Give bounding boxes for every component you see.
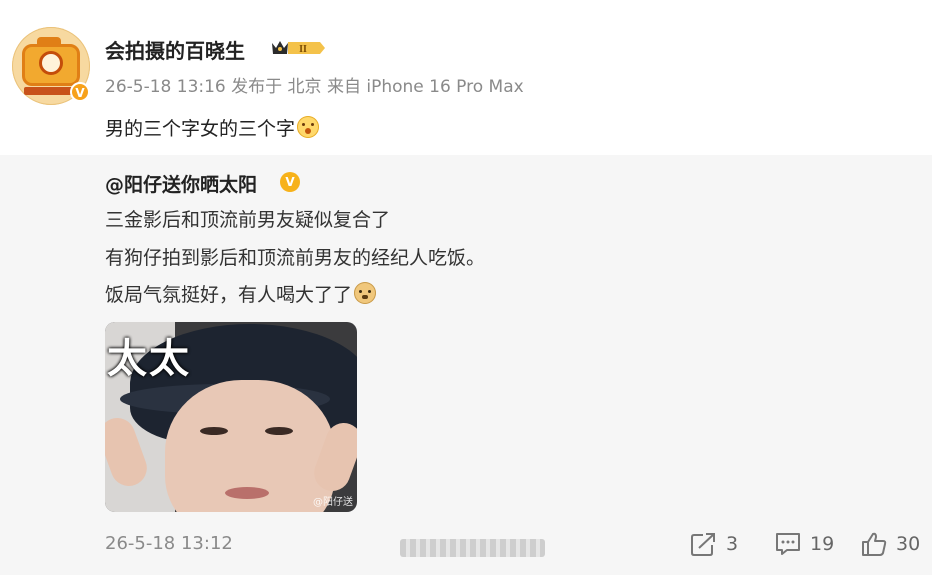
share-icon (691, 533, 715, 556)
repost-button[interactable]: 3 (690, 530, 738, 558)
comment-count: 19 (810, 533, 835, 555)
doge-emoji-icon (354, 282, 377, 304)
svg-text:II: II (299, 44, 307, 55)
repost-image[interactable]: 太太 @阳仔送 (105, 322, 357, 512)
comment-button[interactable]: 19 (774, 530, 834, 558)
repost-text-line: 三金影后和顶流前男友疑似复合了 (105, 209, 391, 231)
repost-count: 3 (726, 533, 739, 555)
repost-text-line: 有狗仔拍到影后和顶流前男友的经纪人吃饭。 (105, 247, 486, 269)
comment-icon (776, 533, 800, 555)
repost-text-line-body: 饭局气氛挺好，有人喝大了了 (105, 284, 353, 306)
image-watermark: @阳仔送 (313, 497, 353, 508)
original-post-time[interactable]: 26-5-18 13:12 (105, 533, 233, 554)
obscured-watermark (400, 539, 545, 557)
post-text-body: 男的三个字女的三个字 (105, 118, 296, 140)
like-count: 30 (896, 533, 921, 555)
post-meta: 26-5-18 13:16 发布于 北京 来自 iPhone 16 Pro Ma… (105, 77, 524, 97)
verified-badge-icon: V (280, 172, 300, 192)
post-text: 男的三个字女的三个字 (105, 114, 320, 141)
weibo-post: V 会拍摄的百晓生 II 26-5-18 13:16 发布于 北京 来自 iPh… (0, 0, 932, 575)
image-overlay-text: 太太 (107, 336, 191, 382)
repost-text-line-3: 饭局气氛挺好，有人喝大了了 (105, 280, 377, 307)
author-name[interactable]: 会拍摄的百晓生 (105, 35, 245, 64)
surprised-face-emoji-icon (297, 116, 320, 138)
verified-badge-icon: V (70, 82, 90, 102)
camera-logo-icon (22, 37, 80, 86)
original-author-link[interactable]: @阳仔送你晒太阳 (105, 170, 257, 197)
crown-level-badge-icon[interactable]: II (270, 38, 326, 58)
like-button[interactable]: 30 (860, 530, 920, 558)
thumbs-up-icon (862, 532, 887, 556)
